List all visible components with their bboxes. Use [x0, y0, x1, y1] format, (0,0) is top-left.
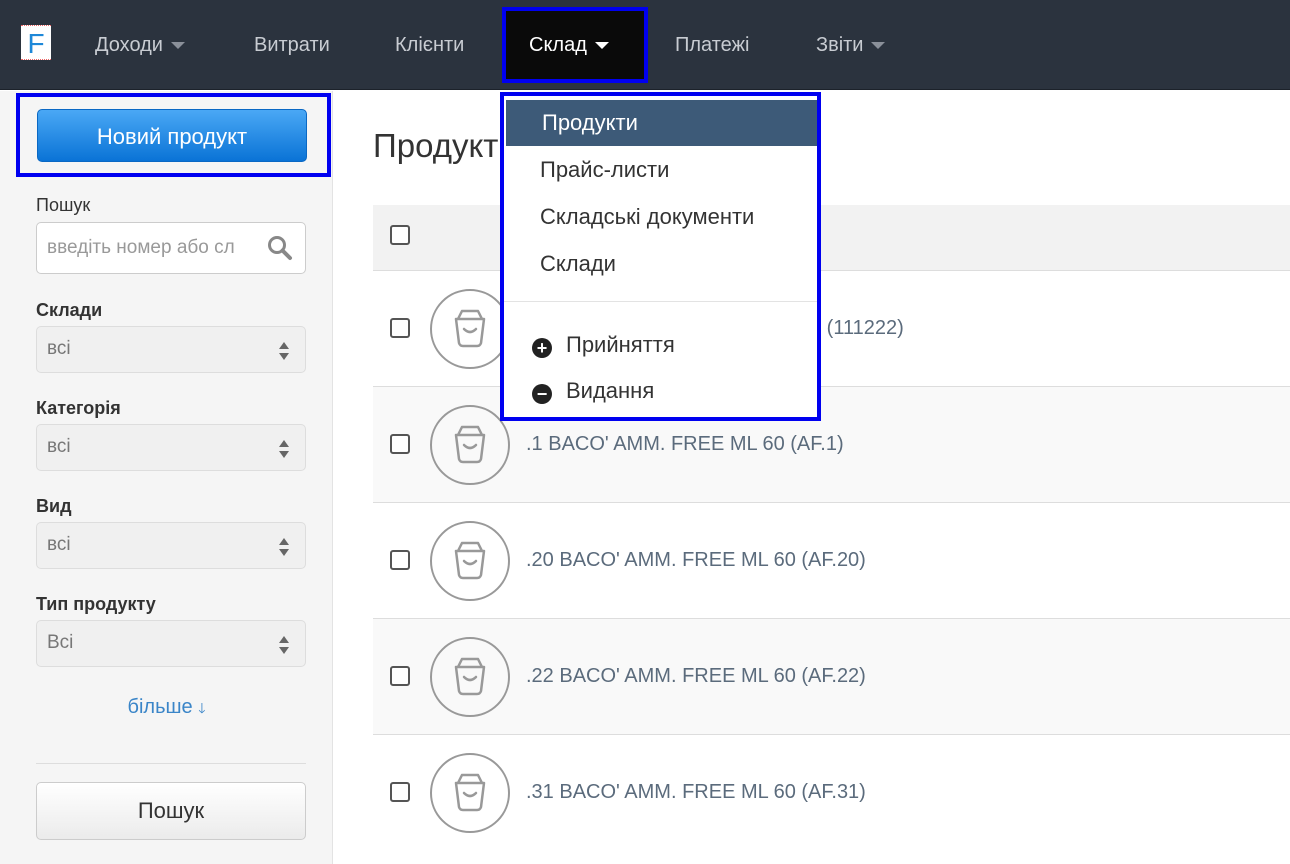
- basket-icon: [454, 425, 486, 464]
- search-icon[interactable]: [267, 235, 293, 261]
- nav-reports[interactable]: Звіти: [816, 0, 886, 90]
- basket-icon: [454, 657, 486, 696]
- caret-down-icon: [871, 42, 886, 50]
- menu-item-products[interactable]: Продукти: [506, 100, 817, 146]
- select-value: Всі: [47, 632, 74, 653]
- select-arrows-icon: [279, 440, 289, 458]
- kind-select[interactable]: всі: [36, 522, 306, 569]
- select-all-checkbox[interactable]: [390, 225, 410, 245]
- nav-income[interactable]: Доходи: [95, 0, 185, 90]
- product-image: [430, 405, 510, 485]
- more-label: більше: [127, 696, 193, 718]
- filter-label: Категорія: [36, 398, 121, 418]
- row-checkbox[interactable]: [390, 318, 410, 338]
- product-image: [430, 753, 510, 833]
- nav-label: Доходи: [95, 34, 163, 56]
- search-input[interactable]: введіть номер або сл: [36, 222, 306, 274]
- product-name-link[interactable]: .20 BACO' AMM. FREE ML 60 (AF.20): [526, 549, 866, 572]
- more-filters-link[interactable]: більше 🡓: [0, 696, 333, 722]
- table-row[interactable]: .22 BACO' AMM. FREE ML 60 (AF.22): [373, 618, 1290, 734]
- divider: [36, 763, 306, 764]
- row-checkbox[interactable]: [390, 782, 410, 802]
- nav-label: Склад: [529, 34, 587, 56]
- select-value: всі: [47, 436, 71, 457]
- basket-icon: [454, 773, 486, 812]
- row-checkbox[interactable]: [390, 434, 410, 454]
- nav-warehouse[interactable]: Склад: [502, 7, 648, 83]
- table-row[interactable]: .20 BACO' AMM. FREE ML 60 (AF.20): [373, 502, 1290, 618]
- search-placeholder: введіть номер або сл: [47, 237, 235, 258]
- row-checkbox[interactable]: [390, 666, 410, 686]
- app-logo[interactable]: F: [21, 25, 51, 60]
- select-arrows-icon: [279, 538, 289, 556]
- nav-expenses[interactable]: Витрати: [254, 0, 330, 90]
- product-name-link[interactable]: 0 (111222): [810, 317, 904, 340]
- warehouse-dropdown-menu: Продукти Прайс-листи Складські документи…: [500, 92, 821, 421]
- table-row[interactable]: .31 BACO' AMM. FREE ML 60 (AF.31): [373, 734, 1290, 850]
- select-arrows-icon: [279, 342, 289, 360]
- product-type-select[interactable]: Всі: [36, 620, 306, 667]
- menu-item-price-lists[interactable]: Прайс-листи: [504, 147, 817, 193]
- select-value: всі: [47, 338, 71, 359]
- nav-clients[interactable]: Клієнти: [395, 0, 464, 90]
- filter-label: Тип продукту: [36, 594, 156, 614]
- filter-label: Вид: [36, 496, 72, 516]
- arrow-down-icon: 🡓: [198, 700, 206, 716]
- menu-label: Видання: [566, 378, 655, 403]
- top-navbar: F Доходи Витрати Клієнти Склад Платежі З…: [0, 0, 1290, 90]
- product-name-link[interactable]: .31 BACO' AMM. FREE ML 60 (AF.31): [526, 781, 866, 804]
- basket-icon: [454, 309, 486, 348]
- select-arrows-icon: [279, 636, 289, 654]
- nav-label: Звіти: [816, 34, 864, 56]
- menu-divider: [504, 301, 817, 302]
- product-image: [430, 521, 510, 601]
- menu-item-warehouse-documents[interactable]: Складські документи: [504, 194, 817, 240]
- row-checkbox[interactable]: [390, 550, 410, 570]
- product-image: [430, 289, 510, 369]
- nav-payments[interactable]: Платежі: [675, 0, 749, 90]
- minus-circle-icon: −: [532, 384, 552, 404]
- caret-down-icon: [594, 42, 609, 50]
- menu-item-issue[interactable]: − Видання: [504, 368, 817, 414]
- select-value: всі: [47, 534, 71, 555]
- search-label: Пошук: [36, 195, 91, 215]
- highlight-box: [16, 93, 331, 177]
- basket-icon: [454, 541, 486, 580]
- warehouse-select[interactable]: всі: [36, 326, 306, 373]
- page-title: Продукти: [373, 127, 517, 164]
- caret-down-icon: [170, 42, 185, 50]
- product-image: [430, 637, 510, 717]
- product-name-link[interactable]: .1 BACO' AMM. FREE ML 60 (AF.1): [526, 433, 844, 456]
- menu-label: Прийняття: [566, 332, 675, 357]
- category-select[interactable]: всі: [36, 424, 306, 471]
- search-button[interactable]: Пошук: [36, 782, 306, 840]
- menu-item-receipt[interactable]: + Прийняття: [504, 322, 817, 368]
- plus-circle-icon: +: [532, 338, 552, 358]
- product-name-link[interactable]: .22 BACO' AMM. FREE ML 60 (AF.22): [526, 665, 866, 688]
- filter-label: Склади: [36, 300, 103, 320]
- menu-item-warehouses[interactable]: Склади: [504, 241, 817, 287]
